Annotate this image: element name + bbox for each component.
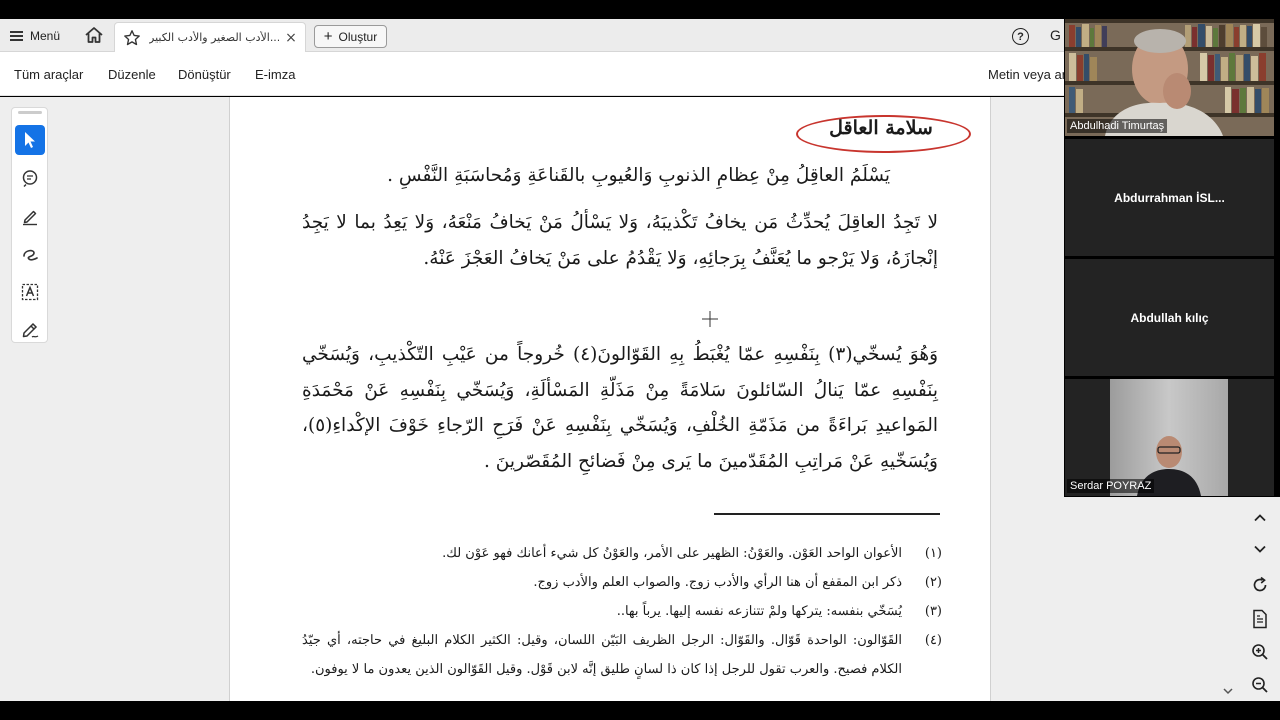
page-up-button[interactable] [1240, 503, 1280, 533]
sign-tool-button[interactable] [15, 315, 45, 345]
video-call-panel: Abdulhadi Timurtaş Abdurrahman İSL... Ab… [1064, 19, 1280, 497]
document-icon [1253, 609, 1267, 629]
participant-name: Abdurrahman İSL... [1114, 190, 1225, 205]
select-tool-button[interactable] [15, 125, 45, 155]
zoom-in-button[interactable] [1240, 637, 1280, 667]
tab-title: الأدب الصغير والأدب الكبير... [149, 31, 279, 44]
zoom-out-icon [1252, 677, 1268, 693]
pen-icon [23, 210, 37, 226]
footnote-number: (١) [924, 546, 942, 561]
paragraph-1: يَسْلَمُ العاقِلُ مِنْ عِظامِ الذنوبِ وَ… [387, 165, 890, 186]
home-icon [85, 27, 103, 43]
page-info-button[interactable] [1240, 604, 1280, 634]
scroll-down-arrow-icon[interactable] [1221, 684, 1235, 698]
drag-grip[interactable] [18, 111, 42, 114]
close-tab-icon[interactable]: × [285, 30, 297, 46]
esign-menu[interactable]: E-imza [255, 67, 295, 82]
all-tools-menu[interactable]: Tüm araçlar [14, 67, 83, 82]
home-button[interactable] [84, 26, 106, 46]
highlight-tool-button[interactable] [15, 201, 45, 231]
footnote-2: (٢) ذكر ابن المقفع أن هنا الرأي والأدب ز… [302, 568, 942, 597]
star-icon[interactable] [123, 29, 141, 47]
text-box-icon [21, 283, 39, 301]
footnote-text: ذكر ابن المقفع أن هنا الرأي والأدب زوج. … [533, 575, 902, 590]
paragraph-2: لا تَجِدُ العاقِلَ يُحدِّثُ مَن يخافُ تَ… [302, 212, 938, 269]
edit-menu[interactable]: Düzenle [108, 67, 156, 82]
main-toolbar: Tüm araçlar Düzenle Dönüştür E-imza Meti… [0, 52, 1066, 96]
footnote-text: يُسَخّي بنفسه: يتركها ولمْ تتنازعه نفسه … [616, 604, 902, 619]
participant-tile-1[interactable]: Abdulhadi Timurtaş [1065, 19, 1274, 136]
footnote-number: (٢) [924, 575, 942, 590]
create-label: Oluştur [338, 29, 378, 44]
comment-icon [22, 170, 38, 188]
participant-name: Abdulhadi Timurtaş [1067, 119, 1168, 133]
menu-button[interactable]: Menü [10, 25, 60, 47]
section-heading: سلامة العاقل [829, 117, 933, 139]
pdf-page[interactable]: سلامة العاقل يَسْلَمُ العاقِلُ مِنْ عِظا… [229, 97, 991, 701]
screen: Menü الأدب الصغير والأدب الكبير... × + O… [0, 0, 1280, 720]
create-button[interactable]: + Oluştur [314, 25, 387, 48]
help-icon[interactable]: ? [1012, 28, 1029, 45]
footnote-divider [714, 513, 940, 515]
participant-tile-3[interactable]: Abdullah kılıç [1065, 259, 1274, 376]
chevron-up-icon [1254, 514, 1266, 522]
rotate-icon [1253, 576, 1267, 592]
document-tab[interactable]: الأدب الصغير والأدب الكبير... × [114, 22, 306, 52]
cursor-arrow-icon [25, 132, 35, 148]
profile-button[interactable]: G [1050, 27, 1061, 43]
comment-tool-button[interactable] [15, 163, 45, 193]
zoom-out-button[interactable] [1240, 670, 1280, 700]
paragraph-3: وَهُوَ يُسخّي(٣) بِنَفْسِهِ عمّا يُغْبَط… [302, 344, 939, 472]
crosshair-cursor-icon [702, 311, 718, 327]
rotate-button[interactable] [1240, 570, 1280, 600]
footnote-text: القَوّالون: الواحدة قَوّال. والقَوّال: ا… [302, 633, 902, 677]
footnote-3: (٣) يُسَخّي بنفسه: يتركها ولمْ تتنازعه ن… [302, 597, 942, 626]
participant-name: Serdar POYRAZ [1067, 479, 1155, 493]
participant-tile-2[interactable]: Abdurrahman İSL... [1065, 139, 1274, 256]
document-viewport: سلامة العاقل يَسْلَمُ العاقِلُ مِنْ عِظا… [0, 97, 1240, 701]
letterbox-top [0, 0, 1280, 19]
chevron-down-icon [1254, 545, 1266, 553]
draw-tool-button[interactable] [15, 239, 45, 269]
participant-name: Abdullah kılıç [1130, 310, 1209, 325]
page-down-button[interactable] [1240, 534, 1280, 564]
footnote-text: الأعوان الواحد العَوْن. والعَوْنُ: الظهي… [442, 546, 902, 561]
letterbox-bottom [0, 701, 1280, 720]
menu-label: Menü [30, 29, 61, 43]
footnote-number: (٤) [924, 633, 942, 648]
annotation-toolbar [11, 107, 48, 343]
zoom-in-icon [1252, 644, 1268, 660]
footnote-4: (٤) القَوّالون: الواحدة قَوّال. والقَوّا… [302, 626, 942, 684]
plus-icon: + [323, 28, 333, 45]
convert-menu[interactable]: Dönüştür [178, 67, 231, 82]
search-text-button[interactable]: Metin veya ar [988, 67, 1066, 82]
footnote-number: (٣) [924, 604, 942, 619]
footnote-1: (١) الأعوان الواحد العَوْن. والعَوْنُ: ا… [302, 539, 942, 568]
signature-pen-icon [22, 322, 39, 338]
browser-tab-bar: Menü الأدب الصغير والأدب الكبير... × + O… [0, 19, 1064, 52]
freehand-draw-icon [23, 249, 38, 261]
hamburger-icon [10, 31, 23, 41]
text-tool-button[interactable] [15, 277, 45, 307]
participant-tile-4[interactable]: Serdar POYRAZ [1065, 379, 1274, 496]
